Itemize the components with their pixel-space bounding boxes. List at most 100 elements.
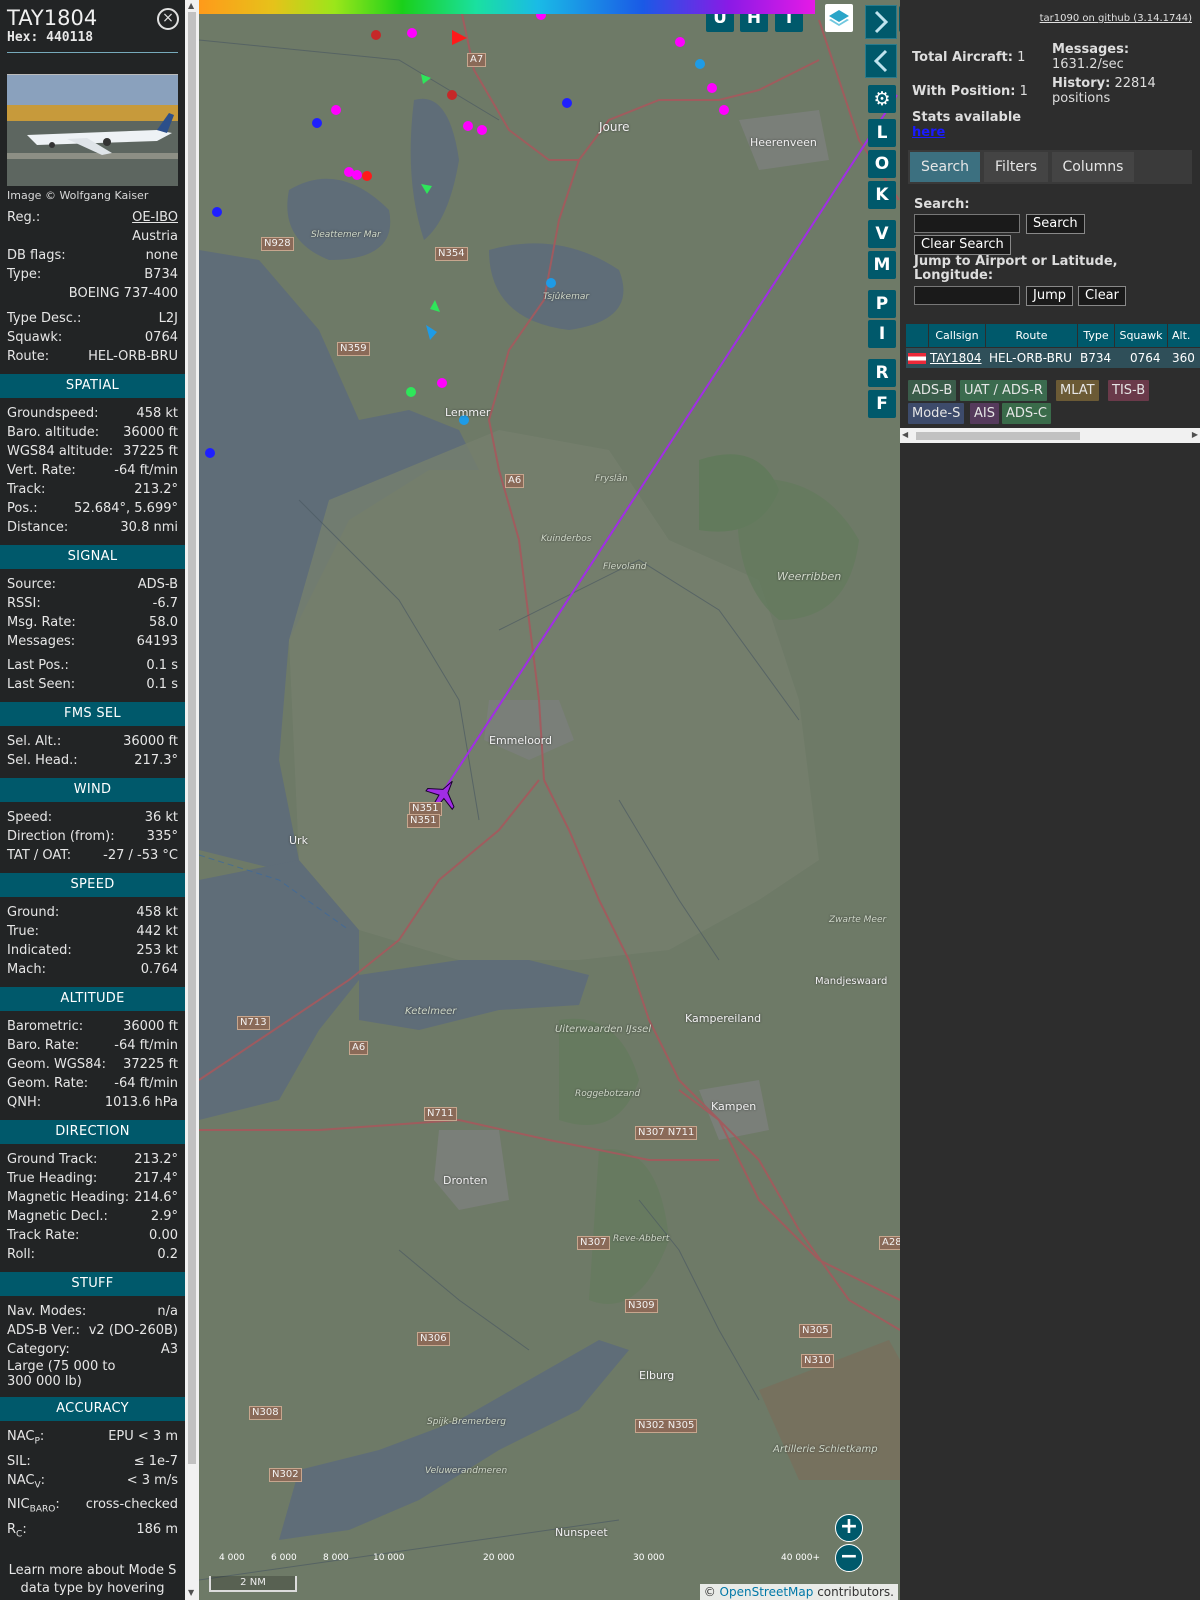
info-label[interactable]: Mach:	[7, 960, 46, 979]
scroll-down-icon[interactable]: ▼	[188, 1588, 194, 1597]
expand-right-icon[interactable]	[865, 5, 897, 39]
map-canvas[interactable]	[199, 0, 900, 1600]
jump-input[interactable]	[914, 286, 1020, 305]
place-label: Joure	[599, 120, 630, 134]
info-label[interactable]: Geom. Rate:	[7, 1074, 88, 1093]
map-button-i[interactable]: I	[868, 320, 896, 348]
left-panel-scrollbar[interactable]: ▲ ▼	[185, 0, 199, 1600]
legend-uat-ads-r: UAT / ADS-R	[960, 380, 1047, 401]
map-button-f[interactable]: F	[868, 390, 896, 418]
stats-link[interactable]: here	[912, 125, 945, 140]
column-header-altitude[interactable]: Alt.	[1168, 324, 1200, 347]
info-label[interactable]: Ground:	[7, 903, 59, 922]
hex-code: Hex: 440118	[7, 30, 94, 45]
settings-icon[interactable]: ⚙	[868, 85, 896, 113]
map-button-p[interactable]: P	[868, 290, 896, 318]
info-label[interactable]: Category:	[7, 1340, 70, 1359]
map-button-o[interactable]: O	[868, 150, 896, 178]
info-row: Last Pos.: 0.1 s	[0, 656, 185, 675]
tab-filters[interactable]: Filters	[984, 152, 1048, 182]
tab-search[interactable]: Search	[910, 152, 980, 182]
road-shield: N928	[261, 237, 294, 251]
map-button-m[interactable]: M	[868, 251, 896, 279]
info-row-nacp: NACP: EPU < 3 m	[7, 1429, 178, 1447]
road-shield: N309	[625, 1299, 658, 1313]
info-label[interactable]: Groundspeed:	[7, 404, 98, 423]
map-button-k[interactable]: K	[868, 181, 896, 209]
column-header-callsign[interactable]: Callsign	[929, 324, 985, 347]
info-label[interactable]: Speed:	[7, 808, 52, 827]
info-label[interactable]: Roll:	[7, 1245, 35, 1264]
collapse-left-icon[interactable]	[865, 44, 897, 78]
info-label[interactable]: Sel. Head.:	[7, 751, 78, 770]
legend-mode-s: Mode-S	[908, 403, 965, 424]
info-value: 36000 ft	[123, 425, 178, 440]
info-label[interactable]: True Heading:	[7, 1169, 97, 1188]
close-icon[interactable]: ×	[157, 8, 179, 30]
jump-button[interactable]: Jump	[1026, 286, 1073, 306]
info-row: Mach: 0.764	[0, 960, 185, 979]
layers-icon[interactable]	[825, 4, 853, 32]
scrollbar-thumb[interactable]	[188, 12, 196, 1464]
info-row: True: 442 kt	[0, 922, 185, 941]
info-label[interactable]: Baro. Rate:	[7, 1036, 79, 1055]
info-label[interactable]: Last Seen:	[7, 675, 75, 694]
info-label[interactable]: Track:	[7, 480, 45, 499]
scroll-up-icon[interactable]: ▲	[188, 1, 194, 10]
colorbar-label: 30 000	[633, 1553, 665, 1563]
info-label[interactable]: Magnetic Decl.:	[7, 1207, 108, 1226]
info-label[interactable]: QNH:	[7, 1093, 41, 1112]
scrollbar-thumb[interactable]	[916, 432, 1080, 440]
osm-link[interactable]: OpenStreetMap	[720, 1585, 814, 1599]
zoom-out-icon[interactable]: −	[835, 1544, 863, 1572]
info-label[interactable]: Messages:	[7, 632, 75, 651]
column-header-route[interactable]: Route	[986, 324, 1077, 347]
info-label[interactable]: Direction (from):	[7, 827, 115, 846]
place-label: Nunspeet	[555, 1526, 608, 1539]
column-header-squawk[interactable]: Squawk	[1115, 324, 1167, 347]
zoom-in-icon[interactable]: +	[835, 1514, 863, 1542]
info-label[interactable]: Vert. Rate:	[7, 461, 76, 480]
map-button-l[interactable]: L	[868, 119, 896, 147]
info-label[interactable]: Msg. Rate:	[7, 613, 76, 632]
info-label[interactable]: Sel. Alt.:	[7, 732, 61, 751]
info-label[interactable]: Pos.:	[7, 499, 38, 518]
info-label[interactable]: Last Pos.:	[7, 656, 69, 675]
info-label[interactable]: Barometric:	[7, 1017, 83, 1036]
table-row[interactable]: TAY1804 HEL-ORB-BRU B734 0764 360	[906, 348, 1200, 368]
scroll-right-icon[interactable]: ▶	[1192, 430, 1198, 439]
info-label[interactable]: Ground Track:	[7, 1150, 97, 1169]
info-label[interactable]: Nav. Modes:	[7, 1302, 86, 1321]
tab-columns[interactable]: Columns	[1052, 152, 1134, 182]
info-label[interactable]: ADS-B Ver.:	[7, 1321, 80, 1340]
row-callsign[interactable]: TAY1804	[930, 348, 982, 368]
info-label[interactable]: True:	[7, 922, 39, 941]
aircraft-photo[interactable]	[7, 74, 178, 186]
colorbar-label: 6 000	[271, 1553, 297, 1563]
info-label[interactable]: RSSI:	[7, 594, 41, 613]
registration-link[interactable]: OE-IBO	[132, 208, 178, 227]
table-horizontal-scrollbar[interactable]: ◀ ▶	[900, 428, 1200, 443]
search-input[interactable]	[914, 214, 1020, 233]
search-button[interactable]: Search	[1026, 214, 1085, 234]
clear-button[interactable]: Clear	[1078, 286, 1126, 306]
colorbar-label: 40 000+	[781, 1553, 821, 1563]
clear-search-button[interactable]: Clear Search	[914, 235, 1011, 255]
info-row-reg: Reg.: OE-IBO	[7, 208, 178, 227]
map-button-r[interactable]: R	[868, 359, 896, 387]
info-label[interactable]: TAT / OAT:	[7, 846, 71, 865]
info-label[interactable]: Indicated:	[7, 941, 72, 960]
info-label[interactable]: Magnetic Heading:	[7, 1188, 129, 1207]
info-row: TAT / OAT: -27 / -53 °C	[0, 846, 185, 865]
github-link[interactable]: tar1090 on github (3.14.1744)	[1040, 13, 1192, 24]
scroll-left-icon[interactable]: ◀	[902, 430, 908, 439]
info-label[interactable]: WGS84 altitude:	[7, 442, 113, 461]
column-header-type[interactable]: Type	[1078, 324, 1114, 347]
info-label[interactable]: Track Rate:	[7, 1226, 79, 1245]
map-button-v[interactable]: V	[868, 220, 896, 248]
info-label[interactable]: Distance:	[7, 518, 68, 537]
map-view[interactable]: Joure Heerenveen Lemmer Emmeloord Urk Dronten…	[199, 0, 900, 1600]
info-label[interactable]: Baro. altitude:	[7, 423, 99, 442]
info-label[interactable]: Geom. WGS84:	[7, 1055, 106, 1074]
info-label[interactable]: Source:	[7, 575, 56, 594]
